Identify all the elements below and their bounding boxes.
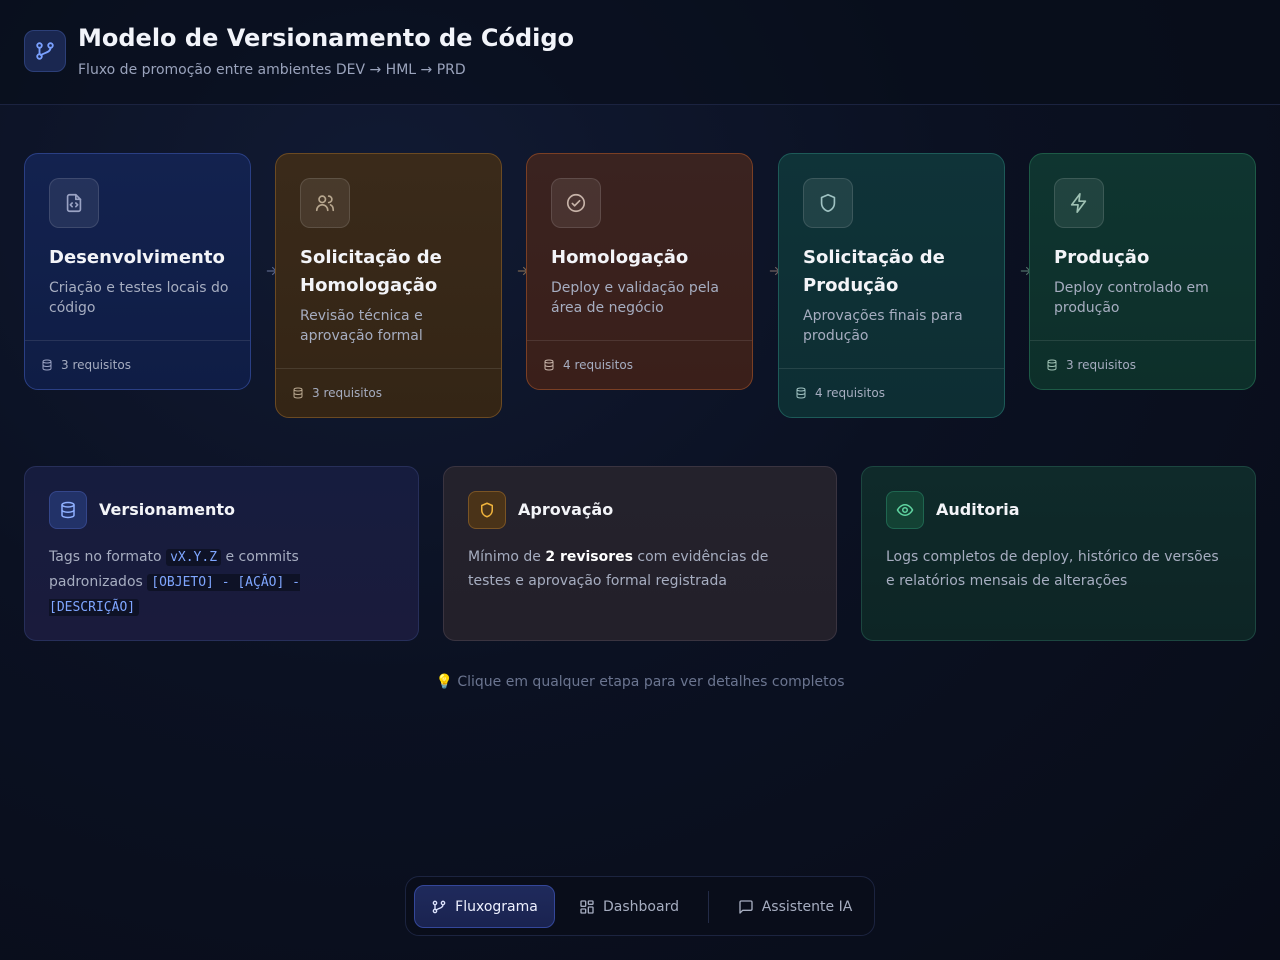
shield-icon bbox=[803, 178, 853, 228]
stage-requirements: 3 requisitos bbox=[25, 340, 250, 389]
nav-dashboard[interactable]: Dashboard bbox=[566, 885, 692, 928]
message-square-icon bbox=[739, 899, 753, 914]
stage-requirements: 4 requisitos bbox=[527, 340, 752, 389]
database-icon bbox=[49, 491, 87, 529]
nav-assistente-ia[interactable]: Assistente IA bbox=[724, 885, 866, 928]
info-card-aprovacao: Aprovação Mínimo de 2 revisores com evid… bbox=[443, 466, 837, 641]
database-icon bbox=[1047, 359, 1057, 371]
database-icon bbox=[293, 387, 303, 399]
stage-description: Criação e testes locais do código bbox=[49, 280, 229, 316]
nav-divider bbox=[708, 891, 709, 923]
info-body: Logs completos de deploy, histórico de v… bbox=[886, 549, 1219, 589]
stage-description: Deploy controlado em produção bbox=[1054, 280, 1209, 316]
info-text: Mínimo de bbox=[468, 549, 546, 565]
version-tag-format: vX.Y.Z bbox=[166, 549, 222, 566]
stage-title: Solicitação de Produção bbox=[803, 247, 945, 296]
stage-title: Homologação bbox=[551, 247, 689, 268]
header: Modelo de Versionamento de Código Fluxo … bbox=[0, 0, 1280, 105]
check-circle-icon bbox=[551, 178, 601, 228]
stage-description: Deploy e validação pela área de negócio bbox=[551, 280, 719, 316]
eye-icon bbox=[886, 491, 924, 529]
stage-requirements: 4 requisitos bbox=[779, 368, 1004, 417]
bottom-nav: Fluxograma Dashboard Assistente IA bbox=[405, 876, 875, 936]
stage-card-solicitacao-homologacao[interactable]: Solicitação de Homologação Revisão técni… bbox=[275, 153, 502, 418]
reviewers-count: 2 revisores bbox=[545, 549, 633, 565]
stage-requirements: 3 requisitos bbox=[276, 368, 501, 417]
info-text: Tags no formato bbox=[49, 549, 167, 565]
info-body: Mínimo de 2 revisores com evidências de … bbox=[468, 545, 812, 593]
layout-grid-icon bbox=[580, 899, 594, 914]
zap-icon bbox=[1054, 178, 1104, 228]
database-icon bbox=[42, 359, 52, 371]
users-icon bbox=[300, 178, 350, 228]
stage-title: Desenvolvimento bbox=[49, 247, 225, 268]
file-code-icon bbox=[49, 178, 99, 228]
git-branch-icon bbox=[432, 900, 446, 913]
requirements-count: 4 requisitos bbox=[815, 386, 885, 400]
hint-text: 💡 Clique em qualquer etapa para ver deta… bbox=[435, 674, 845, 690]
info-title: Auditoria bbox=[936, 500, 1020, 519]
page-title: Modelo de Versionamento de Código bbox=[78, 24, 575, 52]
stage-description: Aprovações finais para produção bbox=[803, 308, 963, 344]
git-branch-icon bbox=[24, 30, 66, 72]
info-card-versionamento: Versionamento Tags no formato vX.Y.Z e c… bbox=[24, 466, 419, 641]
info-title: Aprovação bbox=[518, 500, 614, 519]
requirements-count: 3 requisitos bbox=[1066, 358, 1136, 372]
stage-card-desenvolvimento[interactable]: Desenvolvimento Criação e testes locais … bbox=[24, 153, 251, 390]
nav-label: Assistente IA bbox=[761, 898, 853, 915]
nav-fluxograma[interactable]: Fluxograma bbox=[414, 885, 555, 928]
shield-icon bbox=[468, 491, 506, 529]
info-body: Tags no formato vX.Y.Z e commits padroni… bbox=[49, 545, 394, 620]
stage-card-solicitacao-producao[interactable]: Solicitação de Produção Aprovações finai… bbox=[778, 153, 1005, 418]
stage-card-homologacao[interactable]: Homologação Deploy e validação pela área… bbox=[526, 153, 753, 390]
page-subtitle: Fluxo de promoção entre ambientes DEV → … bbox=[78, 62, 466, 78]
stage-card-producao[interactable]: Produção Deploy controlado em produção 3… bbox=[1029, 153, 1256, 390]
requirements-count: 3 requisitos bbox=[312, 386, 382, 400]
requirements-count: 4 requisitos bbox=[563, 358, 633, 372]
database-icon bbox=[544, 359, 554, 371]
requirements-count: 3 requisitos bbox=[61, 358, 131, 372]
info-title: Versionamento bbox=[99, 500, 235, 519]
database-icon bbox=[796, 387, 806, 399]
info-card-auditoria: Auditoria Logs completos de deploy, hist… bbox=[861, 466, 1256, 641]
stage-title: Produção bbox=[1054, 247, 1150, 268]
stage-description: Revisão técnica e aprovação formal bbox=[300, 308, 423, 344]
nav-label: Dashboard bbox=[603, 898, 679, 915]
stage-requirements: 3 requisitos bbox=[1030, 340, 1255, 389]
nav-label: Fluxograma bbox=[455, 898, 538, 915]
stage-title: Solicitação de Homologação bbox=[300, 247, 442, 296]
